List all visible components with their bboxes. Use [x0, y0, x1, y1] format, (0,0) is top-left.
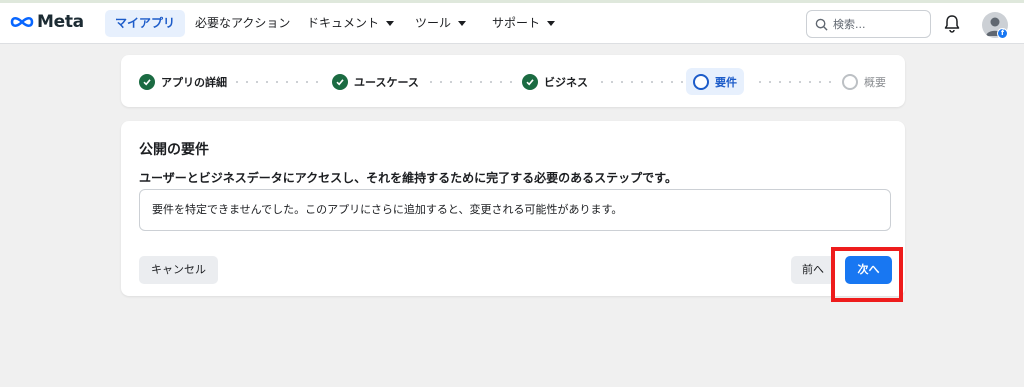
nav-required-actions-label: 必要なアクション	[195, 16, 291, 30]
step-use-cases[interactable]: ユースケース	[325, 68, 426, 95]
nav-docs-label: ドキュメント	[307, 16, 380, 30]
check-circle-icon	[139, 73, 155, 90]
nav-docs[interactable]: ドキュメント	[297, 10, 404, 37]
current-step-circle-icon	[693, 73, 709, 90]
step-connector	[426, 81, 516, 83]
nav-required-actions[interactable]: 必要なアクション	[185, 10, 300, 37]
top-navbar: Meta マイアプリ 必要なアクション ドキュメント ツール サポート f	[0, 3, 1024, 44]
step-label: 要件	[715, 75, 737, 89]
step-label: ビジネス	[544, 75, 588, 89]
caret-down-icon	[458, 21, 467, 26]
cancel-button[interactable]: キャンセル	[139, 256, 218, 284]
meta-logo[interactable]: Meta	[10, 12, 84, 32]
requirements-notice: 要件を特定できませんでした。このアプリにさらに追加すると、変更される可能性があり…	[139, 189, 891, 231]
nav-support-label: サポート	[492, 16, 541, 30]
step-connector	[755, 81, 835, 83]
progress-stepper: アプリの詳細 ユースケース ビジネス 要件 概要	[121, 55, 905, 107]
nav-tools-label: ツール	[415, 16, 452, 30]
caret-down-icon	[386, 21, 395, 26]
nav-my-apps[interactable]: マイアプリ	[105, 10, 186, 37]
search-box[interactable]	[806, 10, 931, 38]
step-label: 概要	[864, 75, 886, 89]
check-circle-icon	[332, 73, 348, 90]
step-business[interactable]: ビジネス	[515, 68, 595, 95]
panel-subtitle: ユーザーとビジネスデータにアクセスし、それを維持するために完了する必要のあるステ…	[139, 171, 677, 185]
bell-icon[interactable]	[941, 13, 963, 35]
step-app-details[interactable]: アプリの詳細	[132, 68, 234, 95]
caret-down-icon	[547, 21, 556, 26]
step-label: アプリの詳細	[161, 75, 227, 89]
check-circle-icon	[522, 73, 538, 90]
highlight-box	[831, 247, 903, 302]
logo-text: Meta	[37, 12, 84, 32]
panel-title: 公開の要件	[139, 142, 209, 158]
previous-button[interactable]: 前へ	[791, 256, 835, 284]
search-input[interactable]	[833, 17, 923, 31]
step-connector	[232, 81, 322, 83]
nav-support[interactable]: サポート	[482, 10, 565, 37]
step-connector	[597, 81, 683, 83]
nav-my-apps-label: マイアプリ	[115, 16, 176, 30]
nav-tools[interactable]: ツール	[405, 10, 476, 37]
requirements-panel: 公開の要件 ユーザーとビジネスデータにアクセスし、それを維持するために完了する必…	[121, 121, 905, 296]
facebook-badge-icon: f	[997, 28, 1008, 39]
meta-infinity-icon	[10, 16, 34, 28]
step-summary[interactable]: 概要	[835, 68, 893, 95]
step-label: ユースケース	[354, 75, 419, 89]
search-icon	[815, 18, 828, 31]
empty-circle-icon	[842, 73, 858, 90]
step-requirements[interactable]: 要件	[686, 68, 744, 95]
